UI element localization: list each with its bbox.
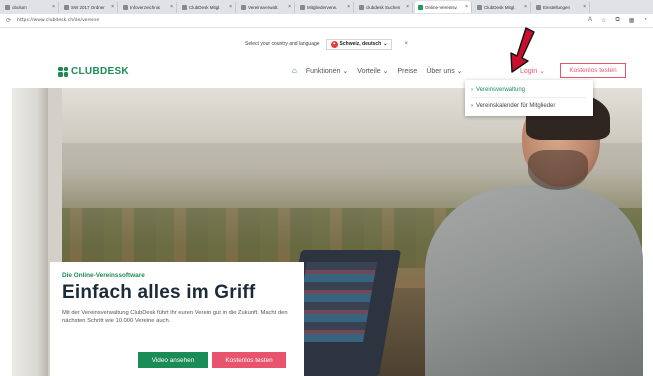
tab-favicon-icon <box>300 4 305 10</box>
tab-close-icon[interactable]: × <box>583 4 586 10</box>
url-field[interactable]: https://www.clubdesk.ch/de/vereine <box>17 18 588 23</box>
tab-favicon-icon <box>64 4 69 10</box>
home-icon[interactable]: ⌂ <box>292 67 297 75</box>
collections-icon[interactable]: ⧉ <box>615 17 619 24</box>
tab-close-icon[interactable]: × <box>229 4 232 10</box>
address-bar: ⟳ https://www.clubdesk.ch/de/vereine A ☆… <box>0 14 653 28</box>
swiss-flag-icon: + <box>330 40 338 48</box>
chevron-down-icon: ⌄ <box>383 41 388 47</box>
dropdown-item-label: Vereinskalender für Mitglieder <box>476 102 556 109</box>
browser-tab[interactable]: obolum × <box>2 1 59 13</box>
nav-ueber-uns[interactable]: Über uns ⌄ <box>426 67 462 75</box>
tab-close-icon[interactable]: × <box>347 4 350 10</box>
login-dropdown: › Vereinsverwaltung › Vereinskalender fü… <box>465 80 593 116</box>
tab-title: clubdesk Suchen <box>366 4 401 10</box>
browser-tab[interactable]: Infoverzeichnis × <box>120 1 177 13</box>
tab-title: Online-Vereinsv. <box>425 4 458 10</box>
tab-close-icon[interactable]: × <box>288 4 291 10</box>
chevron-right-icon: › <box>471 87 473 93</box>
tab-favicon-icon <box>536 4 541 10</box>
tab-title: ClubDesk Mitgl. <box>484 4 516 10</box>
clubdesk-logo[interactable]: CLUBDESK <box>58 66 129 77</box>
video-button[interactable]: Video ansehen <box>138 352 208 368</box>
header-trial-button[interactable]: Kostenlos testen <box>560 63 626 78</box>
nav-vorteile[interactable]: Vorteile ⌄ <box>357 67 388 75</box>
dropdown-item-label: Vereinsverwaltung <box>476 87 526 93</box>
language-bar: Select your country and language + Schwe… <box>0 36 653 52</box>
tab-title: Mitgliederverw. <box>307 4 338 10</box>
browser-tab[interactable]: Einstellungen × <box>533 1 590 13</box>
tab-favicon-icon <box>241 4 246 10</box>
language-prompt: Select your country and language <box>245 41 320 47</box>
browser-tab[interactable]: SW 2017 Ordner × <box>61 1 118 13</box>
hero-lead: Mit der Vereinsverwaltung ClubDesk führt… <box>62 310 288 324</box>
favorite-star-icon[interactable]: ☆ <box>601 17 606 24</box>
chevron-right-icon: › <box>471 102 473 109</box>
browser-tab[interactable]: ClubDesk Mitgl. × <box>474 1 531 13</box>
browser-tab[interactable]: Mitgliederverw. × <box>297 1 354 13</box>
tab-title: Infoverzeichnis <box>130 4 161 10</box>
browser-tab[interactable]: Vereinsverwalt. × <box>238 1 295 13</box>
browser-tab[interactable]: clubdesk Suchen × <box>356 1 413 13</box>
tab-close-icon[interactable]: × <box>111 4 114 10</box>
read-aloud-icon[interactable]: A <box>588 17 592 24</box>
tab-favicon-icon <box>477 4 482 10</box>
logo-text: CLUBDESK <box>71 66 129 77</box>
tab-close-icon[interactable]: × <box>406 4 409 10</box>
tab-favicon-icon <box>182 4 187 10</box>
dropdown-item-vereinsverwaltung[interactable]: › Vereinsverwaltung <box>471 83 587 98</box>
tab-favicon-icon <box>123 4 128 10</box>
language-select-value: Schweiz, deutsch <box>339 41 382 47</box>
tab-title: ClubDesk Mitgl. <box>189 4 221 10</box>
tab-favicon-icon <box>418 4 423 10</box>
browser-tab[interactable]: ClubDesk Mitgl. × <box>179 1 236 13</box>
extensions-icon[interactable]: ▦ <box>629 17 635 24</box>
tab-close-icon[interactable]: × <box>524 4 527 10</box>
browser-tab-bar: obolum × SW 2017 Ordner × Infoverzeichnis × Cl… <box>0 0 653 14</box>
hero-eyebrow: Die Online-Vereinssoftware <box>62 272 145 279</box>
hero-laptop-screen <box>292 262 378 342</box>
clubdesk-logo-icon <box>58 66 68 77</box>
language-select[interactable]: + Schweiz, deutsch ⌄ <box>325 38 393 50</box>
tab-title: SW 2017 Ordner <box>71 4 105 10</box>
browser-tab[interactable]: Online-Vereinsv. × <box>415 1 472 13</box>
hero-person-beard <box>528 150 588 190</box>
dropdown-item-vereinskalender[interactable]: › Vereinskalender für Mitglieder <box>471 98 587 113</box>
hero-headline: Einfach alles im Griff <box>62 282 256 303</box>
browser-actions: A ☆ ⧉ ▦ ◔ <box>588 17 647 24</box>
tab-close-icon[interactable]: × <box>170 4 173 10</box>
red-arrow-annotation <box>510 27 535 73</box>
nav-preise[interactable]: Preise <box>397 68 417 75</box>
hero-person-body <box>425 185 643 376</box>
profile-icon[interactable]: ◔ <box>643 17 647 24</box>
close-icon[interactable]: × <box>404 41 408 47</box>
tab-title: Vereinsverwalt. <box>248 4 279 10</box>
tab-title: obolum <box>12 4 27 10</box>
nav-funktionen[interactable]: Funktionen ⌄ <box>306 67 348 75</box>
tab-favicon-icon <box>5 4 10 10</box>
hero-trial-button[interactable]: Kostenlos testen <box>212 352 286 368</box>
tab-title: Einstellungen <box>543 4 571 10</box>
tab-favicon-icon <box>359 4 364 10</box>
tab-close-icon[interactable]: × <box>465 4 468 10</box>
reload-icon[interactable]: ⟳ <box>6 17 11 24</box>
main-nav: ⌂ Funktionen ⌄ Vorteile ⌄ Preise Über un… <box>292 67 463 76</box>
tab-close-icon[interactable]: × <box>52 4 55 10</box>
